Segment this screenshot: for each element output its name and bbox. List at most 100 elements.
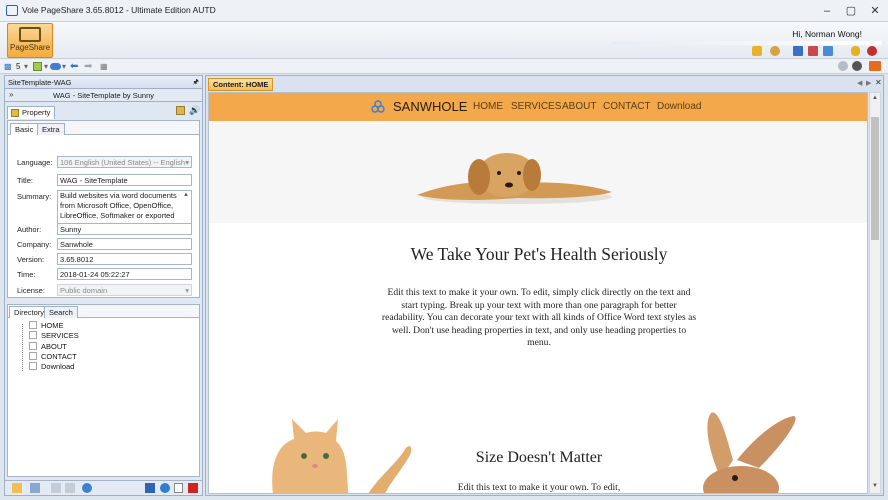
- save-icon[interactable]: [145, 483, 155, 493]
- pageshare-button[interactable]: PageShare: [7, 23, 53, 58]
- version-field[interactable]: 3.65.8012: [57, 253, 192, 265]
- new-page-icon[interactable]: [174, 483, 183, 493]
- directory-item-label: ABOUT: [41, 341, 67, 351]
- wc-icon[interactable]: [51, 483, 61, 493]
- text-icon[interactable]: [188, 483, 198, 493]
- site-nav-about[interactable]: ABOUT: [562, 101, 596, 112]
- window-title: Vole PageShare 3.65.8012 - Ultimate Edit…: [22, 5, 216, 15]
- globe-icon[interactable]: [82, 483, 92, 493]
- time-field[interactable]: 2018-01-24 05:22:27: [57, 268, 192, 280]
- title-bar: Vole PageShare 3.65.8012 - Ultimate Edit…: [0, 0, 888, 22]
- directory-item-about[interactable]: ABOUT: [29, 341, 79, 352]
- site-nav-contact[interactable]: CONTACT: [603, 101, 651, 112]
- forward-arrow-icon[interactable]: ➡: [84, 61, 92, 72]
- property-box: Basic Extra Language: 106 English (Unite…: [7, 120, 200, 298]
- hero-banner: [209, 121, 867, 223]
- layout-dropdown-icon[interactable]: ▾: [44, 61, 48, 72]
- left-bottom-toolbar: [5, 480, 202, 495]
- minimize-button[interactable]: –: [818, 3, 836, 19]
- directory-item-label: HOME: [41, 321, 64, 330]
- directory-item-home[interactable]: HOME: [29, 321, 79, 331]
- site-nav-home[interactable]: HOME: [473, 101, 503, 112]
- tree-connector: [22, 324, 23, 371]
- counter-dropdown-icon[interactable]: ▾: [24, 61, 28, 72]
- chart-icon[interactable]: ▩: [4, 61, 14, 72]
- summary-label: Summary:: [17, 192, 52, 201]
- summary-value: Build websites via word documents from M…: [60, 191, 177, 220]
- language-select[interactable]: 106 English (United States) -- English ▾: [57, 156, 192, 168]
- directory-item-contact[interactable]: CONTACT: [29, 351, 79, 362]
- tools-icon[interactable]: [770, 46, 780, 56]
- author-label: Author:: [17, 225, 42, 234]
- language-value: 106 English (United States) -- English: [60, 158, 186, 167]
- tab-scroll-right-icon[interactable]: ▶: [866, 79, 871, 87]
- left-panel: SiteTemplate-WAG 🖈 » WAG - SiteTemplate …: [4, 75, 203, 496]
- heading-pets-health: We Take Your Pet's Health Seriously: [410, 244, 668, 264]
- settings-icon[interactable]: [30, 483, 40, 493]
- pageshare-label: PageShare: [9, 43, 51, 52]
- property-tabstrip: Property 🔊: [5, 102, 202, 119]
- template-header-label: SiteTemplate-WAG: [8, 78, 72, 87]
- refresh-icon[interactable]: [160, 483, 170, 493]
- author-field[interactable]: Sunny: [57, 223, 192, 235]
- site-nav-services[interactable]: SERVICES: [511, 101, 561, 112]
- title-label: Title:: [17, 176, 33, 185]
- tab-scroll-left-icon[interactable]: ◀: [857, 79, 862, 87]
- pin-icon[interactable]: 🖈: [193, 76, 199, 89]
- nav-back-icon[interactable]: [838, 61, 848, 71]
- web-preview[interactable]: SANWHOLE HOME SERVICES ABOUT CONTACT Dow…: [208, 92, 868, 494]
- grid-icon[interactable]: ▦: [100, 61, 108, 72]
- license-dropdown-icon: ▾: [185, 286, 189, 295]
- scrollbar-thumb[interactable]: [871, 117, 879, 240]
- upload-icon[interactable]: [12, 483, 22, 493]
- license-select[interactable]: Public domain ▾: [57, 284, 192, 296]
- tab-property-label: Property: [22, 108, 51, 117]
- paragraph-size: Edit this text to make it your own. To e…: [457, 482, 621, 493]
- app-monitor-icon: [6, 5, 18, 16]
- version-label: Version:: [17, 255, 45, 264]
- tab-property[interactable]: Property: [7, 106, 56, 119]
- close-button[interactable]: ✕: [866, 3, 884, 19]
- tab-directory[interactable]: Directory: [9, 306, 50, 318]
- eye-dropdown-icon[interactable]: ▾: [62, 61, 66, 72]
- eye-icon[interactable]: [50, 63, 61, 70]
- pages-icon[interactable]: [823, 46, 833, 56]
- page-icon: [29, 362, 37, 371]
- tab-search[interactable]: Search: [44, 306, 78, 318]
- lock-icon[interactable]: [851, 46, 860, 56]
- title-field[interactable]: WAG - SiteTemplate: [57, 174, 192, 186]
- scroll-down-icon[interactable]: ▼: [872, 483, 878, 489]
- office-icon[interactable]: [869, 61, 881, 71]
- summary-scroll-up-icon[interactable]: ▲: [183, 191, 189, 201]
- maximize-button[interactable]: ▢: [842, 3, 860, 19]
- tab-extra[interactable]: Extra: [37, 123, 65, 135]
- edit-icon[interactable]: [176, 106, 185, 115]
- directory-item-services[interactable]: SERVICES: [29, 331, 79, 341]
- key-icon[interactable]: [752, 46, 762, 56]
- nav-forward-icon[interactable]: [852, 61, 862, 71]
- tab-close-icon[interactable]: ✕: [875, 78, 882, 87]
- window-icon[interactable]: [793, 46, 803, 56]
- power-icon[interactable]: [867, 46, 877, 56]
- template-header: SiteTemplate-WAG 🖈: [5, 76, 202, 89]
- site-navbar: SANWHOLE HOME SERVICES ABOUT CONTACT Dow…: [209, 93, 867, 121]
- directory-box: Directory Search HOME SERVICES ABOUT CON…: [7, 304, 200, 477]
- layout-icon[interactable]: [33, 62, 42, 71]
- tab-basic[interactable]: Basic: [10, 123, 39, 135]
- company-label: Company:: [17, 240, 52, 249]
- directory-item-download[interactable]: Download: [29, 362, 79, 372]
- site-nav-download[interactable]: Download: [657, 101, 701, 112]
- license-value: Public domain: [60, 286, 108, 295]
- directory-item-label: SERVICES: [41, 331, 79, 341]
- site-brand[interactable]: SANWHOLE: [393, 99, 467, 114]
- share-icon[interactable]: [808, 46, 818, 56]
- back-arrow-icon[interactable]: ⬅: [70, 61, 78, 72]
- company-field[interactable]: Sanwhole: [57, 238, 192, 250]
- scroll-up-icon[interactable]: ▲: [872, 95, 878, 101]
- doc-icon[interactable]: [65, 483, 75, 493]
- speaker-icon[interactable]: 🔊: [189, 105, 200, 116]
- tab-content-home[interactable]: Content: HOME: [208, 78, 274, 91]
- page-scrollbar[interactable]: ▲ ▼: [869, 92, 881, 494]
- paragraph-intro: Edit this text to make it your own. To e…: [381, 287, 697, 348]
- template-subheader: » WAG - SiteTemplate by Sunny: [5, 89, 202, 102]
